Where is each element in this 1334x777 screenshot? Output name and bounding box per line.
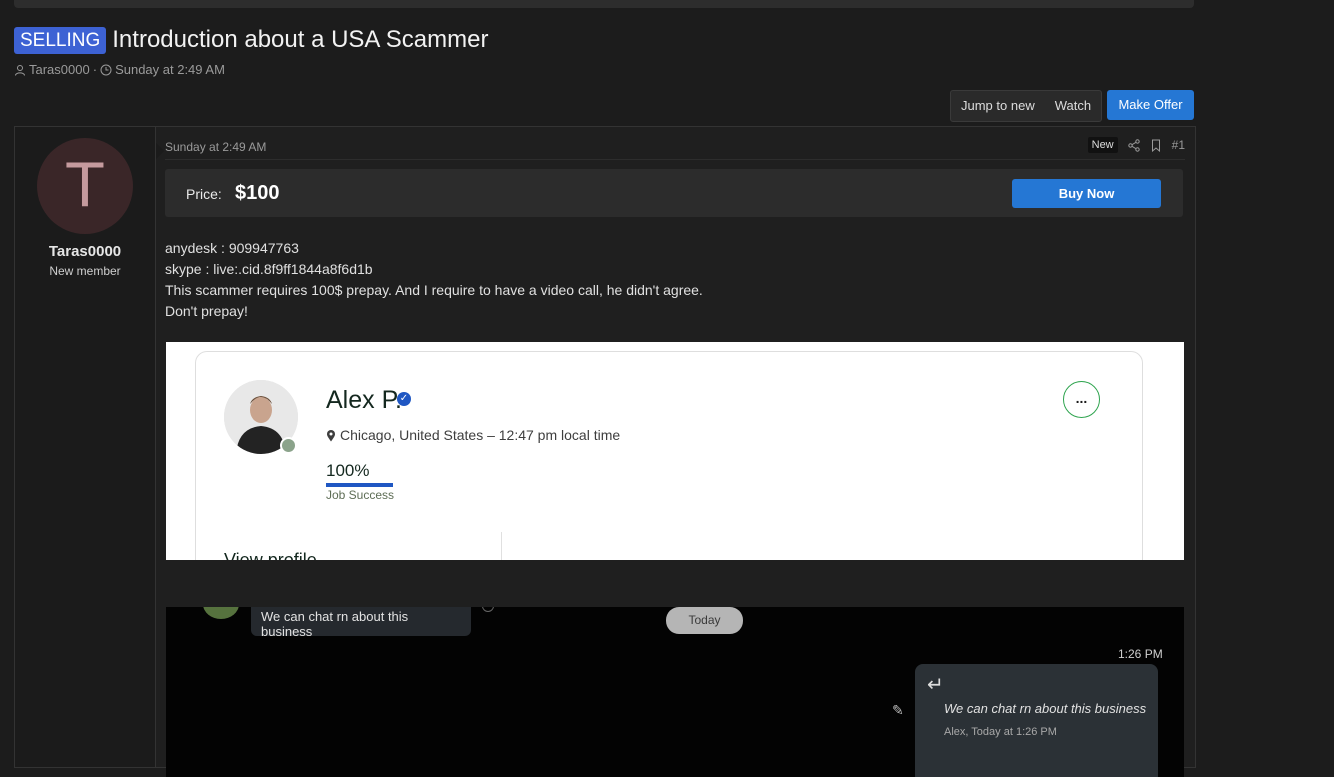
post-divider [165,159,1185,160]
user-title: New member [49,264,121,278]
thread-title: Introduction about a USA Scammer [112,26,489,53]
post-username[interactable]: Taras0000 [15,243,155,260]
outgoing-message-bubble: ↵ We can chat rn about this business Ale… [915,664,1158,777]
online-status-dot [280,437,297,454]
bookmark-icon[interactable] [1150,139,1162,152]
post-actions: New #1 [1087,137,1185,153]
thread-prefix-badge[interactable]: SELLING [14,26,107,54]
quoted-message-meta: Alex, Today at 1:26 PM [944,726,1057,738]
emoji-reaction-icon [482,607,494,612]
incoming-message: We can chat rn about this business [251,607,471,639]
card-divider [501,532,502,560]
buy-now-button[interactable]: Buy Now [1012,179,1161,208]
job-success-bar [326,483,393,487]
post-body: anydesk : 909947763 skype : live:.cid.8f… [165,238,703,322]
location-pin-icon [327,429,335,441]
make-offer-button[interactable]: Make Offer [1107,90,1194,120]
reply-arrow-icon: ↵ [927,674,944,696]
view-profile-link[interactable]: View profile [224,550,317,560]
user-cell-arrow [156,143,164,159]
body-line: Don't prepay! [165,303,248,319]
user-icon [15,64,25,76]
thread-meta: Taras0000 · Sunday at 2:49 AM [14,62,225,77]
jump-to-new-button[interactable]: Jump to new [951,91,1045,121]
clock-icon [100,64,112,75]
thread-button-group: Jump to new Watch [950,90,1103,122]
profile-name: Alex P. [326,386,402,414]
chat-screenshot-image[interactable]: We can chat rn about this business Today… [166,607,1184,777]
new-badge: New [1087,137,1118,153]
profile-card: Alex P. ✓ Chicago, United States – 12:47… [195,351,1143,560]
quoted-message: We can chat rn about this business [944,701,1147,716]
watch-button[interactable]: Watch [1045,91,1101,121]
thread-author-link[interactable]: Taras0000 [29,62,90,77]
message-time: 1:26 PM [1118,647,1163,661]
job-success-percent: 100% [326,461,370,480]
meta-separator: · [92,62,98,77]
top-bar [14,0,1194,8]
body-line: anydesk : 909947763 [165,240,299,256]
avatar[interactable]: T [37,138,133,234]
post: T Taras0000 New member Sunday at 2:49 AM… [14,126,1196,777]
price-label: Price: [186,186,222,202]
thread-date-link[interactable]: Sunday at 2:49 AM [115,62,225,77]
post-number-link[interactable]: #1 [1172,138,1185,152]
thread-header: SELLING Introduction about a USA Scammer [14,26,488,54]
job-success-label: Job Success [326,488,395,502]
body-line: This scammer requires 100$ prepay. And I… [165,282,703,298]
price-box: Price: $100 Buy Now [165,169,1183,217]
day-divider-pill: Today [666,607,743,634]
job-success-bar-fill [326,483,393,487]
edit-pencil-icon: ✎ [892,702,904,718]
more-options-button[interactable]: ... [1063,381,1100,418]
post-user-cell: T Taras0000 New member [15,127,156,767]
price-value: $100 [235,182,280,204]
post-date-link[interactable]: Sunday at 2:49 AM [165,140,266,154]
profile-screenshot-image[interactable]: Alex P. ✓ Chicago, United States – 12:47… [166,342,1184,560]
share-icon[interactable] [1127,138,1140,152]
verified-check-icon: ✓ [397,392,411,406]
profile-location: Chicago, United States – 12:47 pm local … [326,427,620,443]
chat-avatar [203,607,239,619]
location-text: Chicago, United States – 12:47 pm local … [340,427,621,443]
body-line: skype : live:.cid.8f9ff1844a8f6d1b [165,261,373,277]
